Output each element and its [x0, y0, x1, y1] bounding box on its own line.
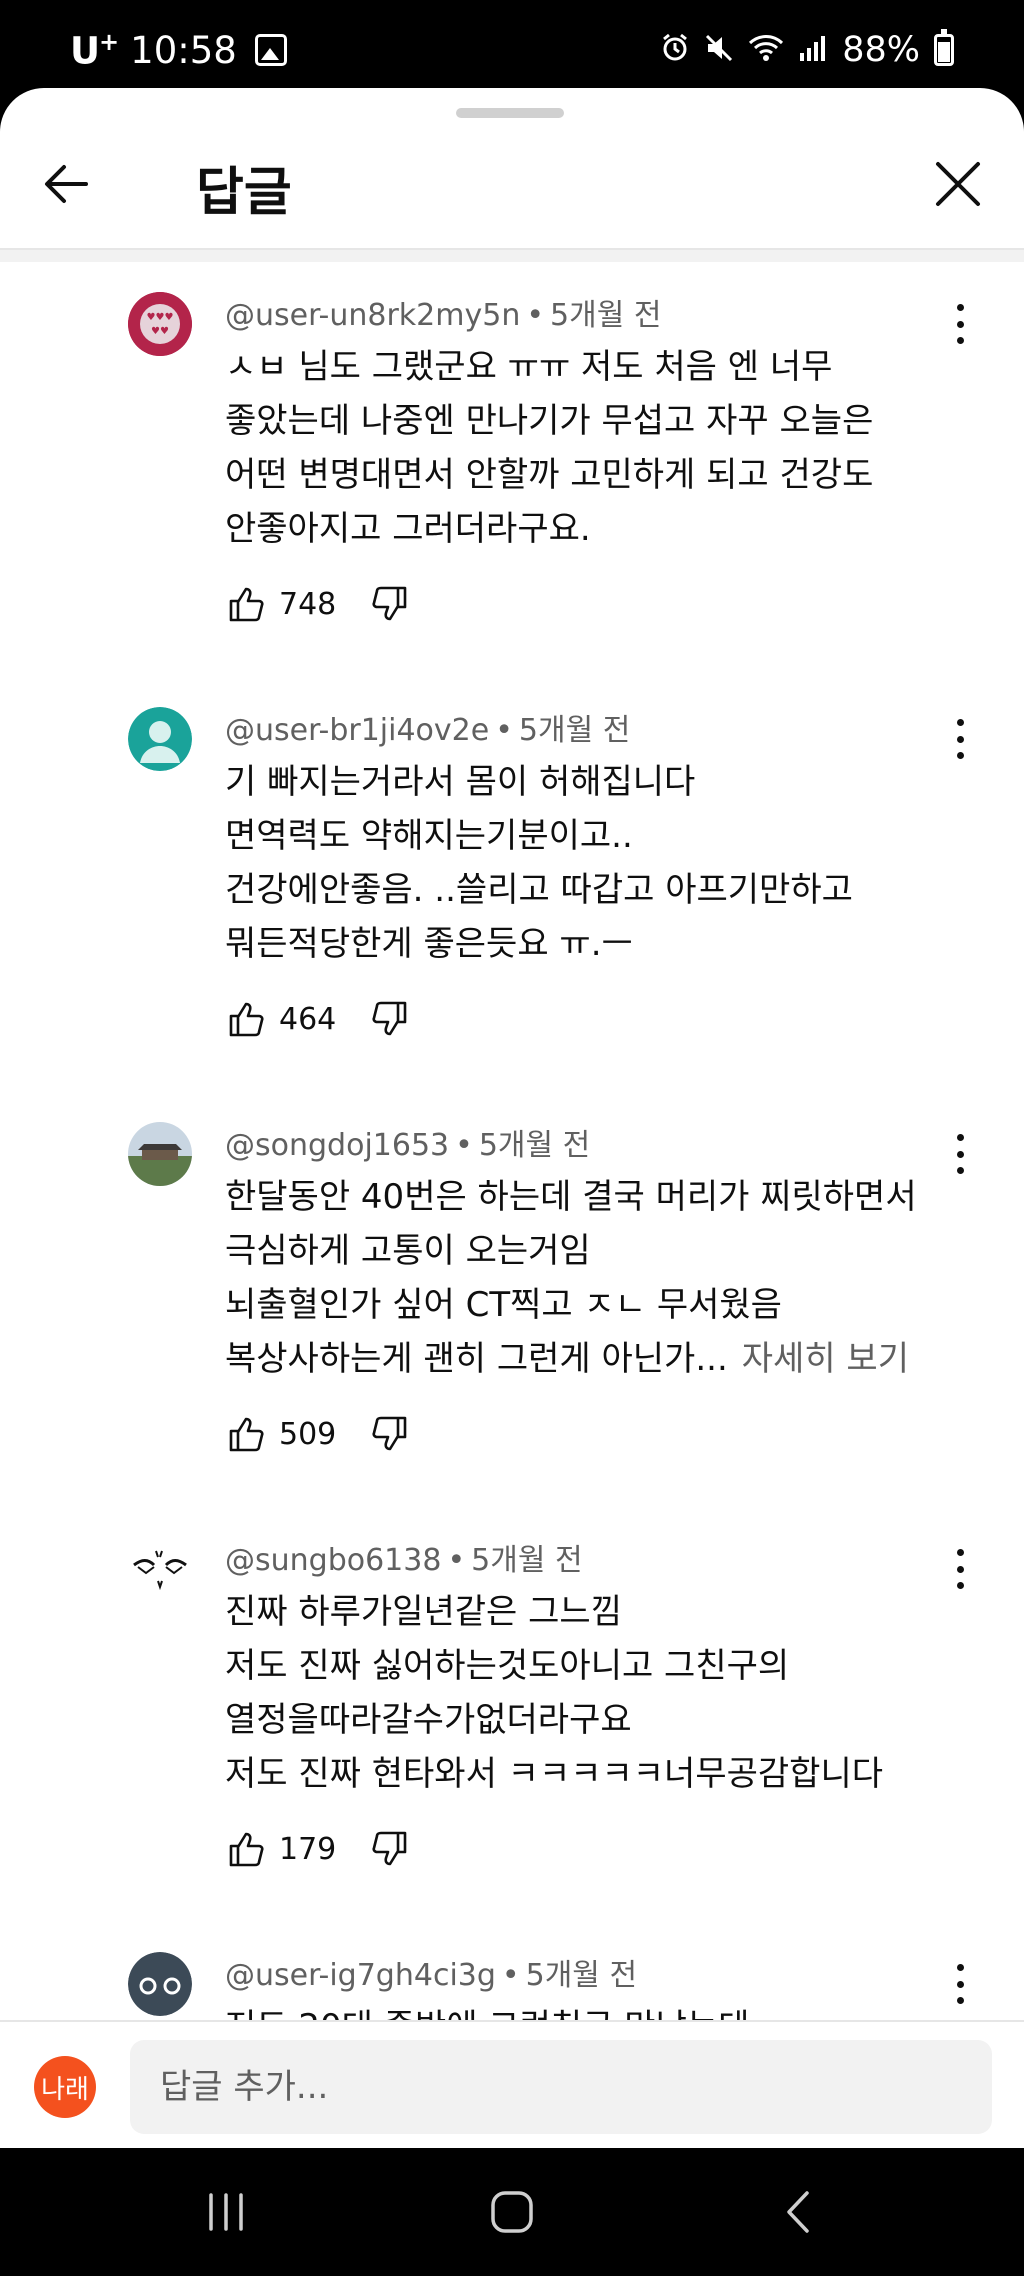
comment-author[interactable]: @sungbo6138: [225, 1543, 441, 1578]
comment-time: 5개월 전: [550, 298, 662, 333]
dislike-button[interactable]: [367, 997, 411, 1041]
like-count: 748: [279, 586, 337, 622]
avatar[interactable]: [128, 1952, 192, 2016]
comment-meta: @user-un8rk2my5n • 5개월 전: [225, 298, 662, 333]
comment-time: 5개월 전: [471, 1543, 583, 1578]
status-bar-right: 88%: [660, 26, 954, 74]
comment-actions: 464: [225, 997, 411, 1041]
reply-input[interactable]: [130, 2040, 992, 2134]
close-icon: [936, 162, 980, 206]
avatar[interactable]: [128, 707, 192, 771]
thumbs-up-icon: [229, 587, 264, 622]
avatar: 나래: [34, 2056, 96, 2118]
svg-text:♥♥♥: ♥♥♥: [147, 312, 174, 323]
comment-meta: @user-ig7gh4ci3g • 5개월 전: [225, 1958, 638, 1993]
comment-text: 기 빠지는거라서 몸이 허해집니다 면역력도 약해지는기분이고.. 건강에안좋음…: [225, 762, 853, 964]
comment-meta: @user-br1ji4ov2e • 5개월 전: [225, 713, 631, 748]
like-count: 509: [279, 1416, 337, 1452]
status-bar-left: U+ 10:58: [70, 26, 287, 74]
comment-text: 진짜 하루가일년같은 그느낌 저도 진짜 싫어하는것도아니고 그친구의 열정을따…: [225, 1592, 884, 1794]
comment-item: @sungbo6138 • 5개월 전 진짜 하루가일년같은 그느낌 저도 진짜 싫…: [0, 1507, 1024, 1922]
comment-meta: @sungbo6138 • 5개월 전: [225, 1543, 583, 1578]
recent-apps-button[interactable]: [196, 2182, 256, 2242]
home-icon: [491, 2191, 533, 2233]
comment-actions: 509: [225, 1412, 411, 1456]
dislike-button[interactable]: [367, 582, 411, 626]
like-count: 179: [279, 1831, 337, 1867]
like-button[interactable]: [225, 1412, 269, 1456]
replies-sheet: 답글 ♥♥♥ ♥♥ @user-un8rk2my5n • 5개월 전 ㅅㅂ 님도 그랬…: [0, 88, 1024, 2148]
comment-time: 5개월 전: [518, 713, 631, 748]
like-button[interactable]: [225, 1827, 269, 1871]
nav-back-button[interactable]: [770, 2182, 830, 2242]
comment-author[interactable]: @user-un8rk2my5n: [225, 298, 520, 333]
carrier-label: U+: [70, 27, 119, 73]
thumbs-down-icon: [372, 1416, 407, 1451]
back-button[interactable]: [34, 152, 98, 216]
comment-time: 5개월 전: [525, 1958, 638, 1993]
avatar[interactable]: [128, 1122, 192, 1186]
image-icon: [254, 34, 287, 66]
like-button[interactable]: [225, 582, 269, 626]
comment-meta: @songdoj1653 • 5개월 전: [225, 1128, 591, 1163]
header-shadow: [0, 250, 1024, 262]
avatar[interactable]: ♥♥♥ ♥♥: [128, 292, 192, 356]
recent-apps-icon: [209, 2193, 243, 2231]
alarm-icon: [660, 33, 690, 68]
comment-author[interactable]: @user-br1ji4ov2e: [225, 713, 489, 748]
comment-actions: 179: [225, 1827, 411, 1871]
thumbs-down-icon: [372, 586, 407, 621]
signal-icon: [798, 33, 828, 68]
comment-item: @user-br1ji4ov2e • 5개월 전 기 빠지는거라서 몸이 허해집니다…: [0, 677, 1024, 1092]
wifi-icon: [748, 33, 784, 68]
avatar[interactable]: [128, 1537, 192, 1601]
thumbs-up-icon: [229, 1417, 264, 1452]
svg-text:♥♥: ♥♥: [151, 326, 169, 337]
comment-author[interactable]: @user-ig7gh4ci3g: [225, 1958, 496, 1993]
dislike-button[interactable]: [367, 1827, 411, 1871]
sheet-header: 답글: [0, 132, 1024, 250]
page-title: 답글: [196, 163, 292, 223]
comment-item: ♥♥♥ ♥♥ @user-un8rk2my5n • 5개월 전 ㅅㅂ 님도 그랬군요 …: [0, 262, 1024, 677]
status-time: 10:58: [130, 28, 237, 72]
status-bar: U+ 10:58 88%: [0, 0, 1024, 88]
thumbs-down-icon: [372, 1001, 407, 1036]
like-count: 464: [279, 1001, 337, 1037]
back-icon: [787, 2191, 809, 2233]
dislike-button[interactable]: [367, 1412, 411, 1456]
home-button[interactable]: [482, 2182, 542, 2242]
comment-actions: 748: [225, 582, 411, 626]
system-nav-bar: [0, 2148, 1024, 2276]
comment-item: @songdoj1653 • 5개월 전 한달동안 40번은 하는데 결국 머리가 …: [0, 1092, 1024, 1507]
reply-composer: 나래: [0, 2020, 1024, 2148]
battery-percent: 88%: [842, 30, 920, 70]
comment-author[interactable]: @songdoj1653: [225, 1128, 449, 1163]
close-button[interactable]: [926, 152, 990, 216]
arrow-left-icon: [45, 165, 88, 203]
comment-time: 5개월 전: [478, 1128, 591, 1163]
thumbs-up-icon: [229, 1832, 264, 1867]
drag-handle[interactable]: [456, 108, 564, 118]
like-button[interactable]: [225, 997, 269, 1041]
thumbs-up-icon: [229, 1002, 264, 1037]
comment-text: 한달동안 40번은 하는데 결국 머리가 찌릿하면서 극심하게 고통이 오는거임…: [225, 1177, 917, 1379]
read-more-link[interactable]: 자세히 보기: [742, 1339, 909, 1379]
battery-icon: [934, 29, 954, 66]
thumbs-down-icon: [372, 1831, 407, 1866]
mute-icon: [704, 33, 734, 68]
comment-text: ㅅㅂ 님도 그랬군요 ㅠㅠ 저도 처음 엔 너무 좋았는데 나중엔 만나기가 무…: [225, 347, 874, 549]
